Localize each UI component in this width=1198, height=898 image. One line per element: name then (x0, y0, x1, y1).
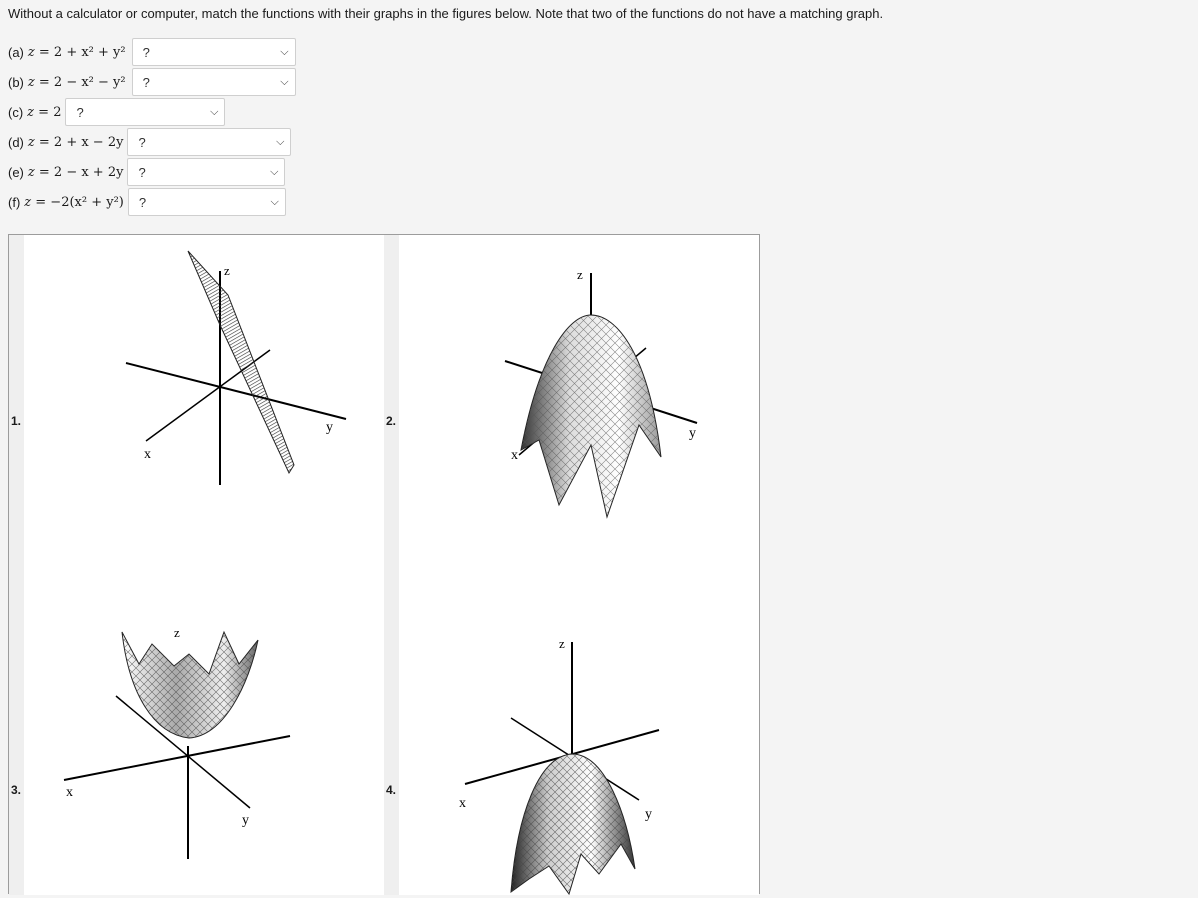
select-value: ? (142, 74, 150, 90)
answer-select-d[interactable]: ? ⌵ (127, 128, 292, 156)
chevron-down-icon: ⌵ (210, 105, 219, 118)
question-f: (f) z = −2(x² + y²) ? ⌵ (8, 188, 286, 216)
question-label: (f) (8, 194, 21, 210)
function-formula: z = 2 (27, 104, 62, 120)
figure-number-2: 2. (386, 414, 397, 428)
chevron-down-icon: ⌵ (270, 165, 279, 178)
y-axis-label: y (242, 813, 249, 828)
y-axis-label: y (645, 807, 652, 822)
select-value: ? (138, 134, 146, 150)
z-axis-label: z (224, 263, 230, 278)
figure-2: z y x (399, 235, 759, 603)
y-axis-label: y (689, 426, 696, 441)
figures-container: 1. 2. 3. 4. z y x z y x z y x z y x (8, 234, 760, 896)
question-d: (d) z = 2 + x − 2y ? ⌵ (8, 128, 292, 156)
y-axis-label: y (326, 420, 333, 435)
select-value: ? (138, 194, 147, 210)
figure-number-3: 3. (11, 783, 22, 797)
select-value: ? (138, 164, 146, 180)
select-value: ? (142, 44, 150, 60)
function-formula: z = 2 − x² − y² (27, 74, 126, 90)
x-axis-label: x (144, 447, 151, 462)
figure-3: z y x (24, 604, 384, 895)
x-axis-label: x (511, 448, 518, 463)
function-formula: z = 2 − x + 2y (27, 164, 124, 180)
y-axis (125, 362, 347, 420)
question-label: (e) (8, 164, 24, 180)
answer-select-e[interactable]: ? ⌵ (127, 158, 286, 186)
chevron-down-icon: ⌵ (280, 75, 289, 88)
answer-select-a[interactable]: ? ⌵ (131, 38, 296, 66)
question-label: (c) (8, 104, 24, 120)
instructions-text: Without a calculator or computer, match … (8, 6, 884, 21)
figure-number-1: 1. (11, 414, 22, 428)
function-formula: z = 2 + x² + y² (27, 44, 126, 60)
answer-select-f[interactable]: ? ⌵ (127, 188, 286, 216)
answer-select-c[interactable]: ? ⌵ (65, 98, 226, 126)
plane-surface (187, 250, 295, 475)
figure-number-4: 4. (386, 783, 397, 797)
z-axis-label: z (559, 636, 565, 651)
question-a: (a) z = 2 + x² + y² ? ⌵ (8, 38, 296, 66)
x-axis (63, 735, 291, 781)
function-formula: z = 2 + x − 2y (27, 134, 124, 150)
select-value: ? (76, 104, 84, 120)
answer-select-b[interactable]: ? ⌵ (131, 68, 296, 96)
x-axis-label: x (66, 785, 73, 800)
question-b: (b) z = 2 − x² − y² ? ⌵ (8, 68, 296, 96)
question-c: (c) z = 2 ? ⌵ (8, 98, 226, 126)
question-label: (b) (8, 74, 24, 90)
figure-1: z y x (24, 235, 384, 603)
chevron-down-icon: ⌵ (270, 195, 279, 208)
z-axis-label: z (174, 625, 180, 640)
chevron-down-icon: ⌵ (276, 135, 285, 148)
x-axis-label: x (459, 796, 466, 811)
z-axis-label: z (577, 267, 583, 282)
figure-4: z y x (399, 604, 759, 896)
question-label: (d) (8, 134, 24, 150)
question-e: (e) z = 2 − x + 2y ? ⌵ (8, 158, 286, 186)
chevron-down-icon: ⌵ (280, 45, 289, 58)
question-label: (a) (8, 44, 24, 60)
function-formula: z = −2(x² + y²) (24, 194, 124, 210)
